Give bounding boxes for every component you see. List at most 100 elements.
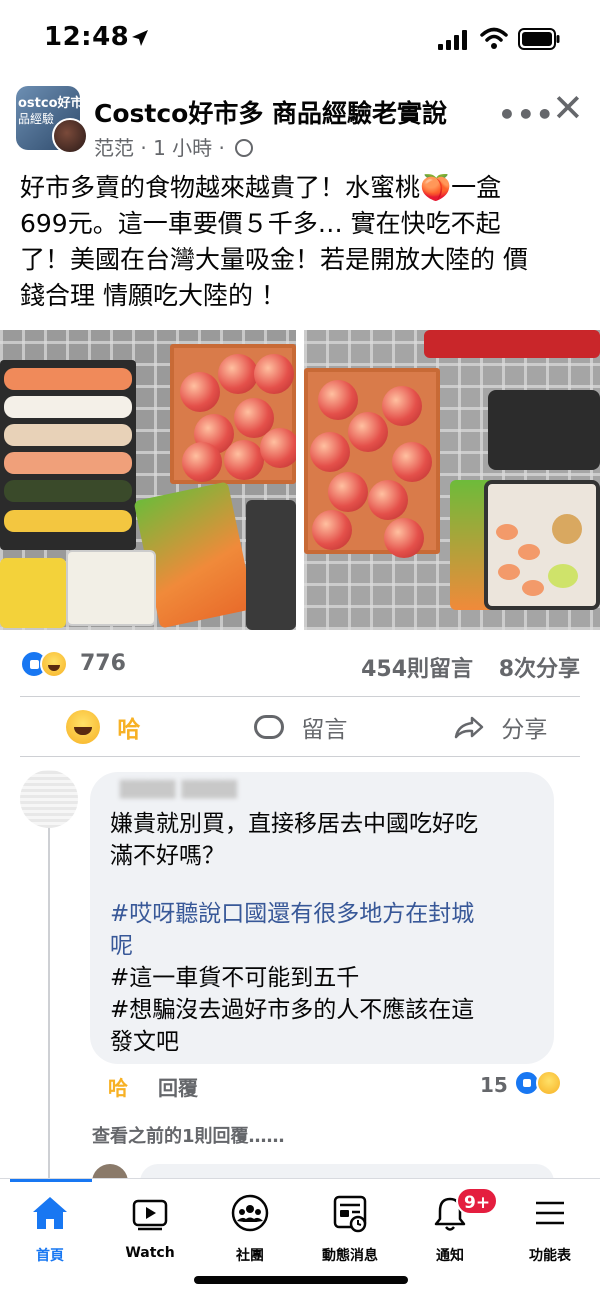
peach <box>254 354 294 394</box>
shrimp <box>522 580 544 596</box>
meta-separator: · <box>140 136 154 160</box>
haha-icon <box>66 710 100 744</box>
share-count[interactable]: 8次分享 <box>499 657 580 682</box>
haha-reaction-icon <box>536 1070 562 1096</box>
author-name[interactable]: 范范 <box>94 136 134 160</box>
sushi-row <box>4 452 132 474</box>
avatar-text: ostco好市 <box>18 96 80 111</box>
shrimp <box>518 544 540 560</box>
snack-bag <box>0 558 66 628</box>
sushi-row <box>4 368 132 390</box>
hashtag-text: #想騙沒去過好市多的人不應該在這 <box>110 997 475 1023</box>
comment-button[interactable]: 留言 <box>254 710 347 750</box>
author-avatar[interactable] <box>52 118 88 154</box>
peach <box>318 380 358 420</box>
peach-box <box>304 368 440 558</box>
reaction-count: 776 <box>80 651 126 676</box>
peach <box>348 412 388 452</box>
post-body: 好市多賣的食物越來越貴了！水蜜桃🍑一盒 699元。這一車要價５千多… 實在快吃不… <box>20 170 580 314</box>
feed-icon <box>333 1195 367 1233</box>
post-photo-right[interactable] <box>304 330 600 630</box>
share-label: 分享 <box>501 717 548 743</box>
vegetable-bag <box>246 500 296 630</box>
post-body-line: 了！美國在台灣大量吸金！若是開放大陸的 價 <box>20 245 528 274</box>
watch-icon <box>132 1199 168 1231</box>
hashtag-link[interactable]: 呢 <box>110 930 540 962</box>
commenter-avatar[interactable] <box>20 770 78 828</box>
tab-groups[interactable]: 社團 <box>200 1193 300 1265</box>
tab-watch[interactable]: Watch <box>100 1193 200 1261</box>
meta-separator: · <box>218 136 232 160</box>
groups-icon <box>231 1194 269 1232</box>
comment-reply-button[interactable]: 回覆 <box>158 1072 198 1101</box>
post-timestamp[interactable]: 1 小時 <box>153 136 212 160</box>
post-meta: 范范 · 1 小時 · <box>94 132 254 161</box>
divider <box>20 696 580 697</box>
tab-label: 功能表 <box>529 1248 571 1264</box>
sushi-row <box>4 424 132 446</box>
post-body-line: 好市多賣的食物越來越貴了！水蜜桃🍑一盒 <box>20 173 502 202</box>
hashtag-link[interactable]: #哎呀聽說口國還有很多地方在封城 <box>110 898 540 930</box>
active-tab-indicator <box>10 1179 92 1182</box>
peach <box>260 428 296 468</box>
peach <box>182 442 222 482</box>
sushi-tray <box>0 360 136 550</box>
hashtag-text: 發文吧 <box>110 1029 179 1055</box>
peach <box>328 472 368 512</box>
sushi-row <box>4 480 132 502</box>
peach <box>180 372 220 412</box>
view-previous-replies[interactable]: 查看之前的1則回覆…… <box>92 1122 285 1148</box>
tab-label: 首頁 <box>36 1248 64 1264</box>
location-arrow-icon <box>132 30 148 46</box>
tab-home[interactable]: 首頁 <box>0 1193 100 1265</box>
peach <box>312 510 352 550</box>
home-icon <box>33 1197 67 1229</box>
tab-label: Watch <box>125 1245 175 1261</box>
more-options-icon[interactable]: ••• <box>498 98 555 131</box>
close-icon[interactable]: ✕ <box>552 86 584 130</box>
avatar-text: 品經驗 <box>18 112 55 126</box>
peach <box>218 354 258 394</box>
sushi-row <box>4 396 132 418</box>
tab-feed[interactable]: 動態消息 <box>300 1193 400 1265</box>
comment-count[interactable]: 454則留言 <box>361 657 473 682</box>
peach <box>392 442 432 482</box>
mushroom-bag <box>66 550 156 626</box>
thread-line <box>48 820 50 1180</box>
shrimp <box>496 524 518 540</box>
sushi-row <box>4 510 132 532</box>
shrimp <box>498 564 520 580</box>
status-bar: 12:48 <box>0 0 600 80</box>
cellular-signal-icon <box>438 30 467 50</box>
sauce <box>552 514 582 544</box>
tab-label: 通知 <box>436 1248 464 1264</box>
tab-label: 動態消息 <box>322 1248 378 1264</box>
wifi-icon <box>480 27 508 49</box>
peach <box>382 386 422 426</box>
share-icon <box>454 716 484 739</box>
hashtag-text: #這一車貨不可能到五千 <box>110 965 360 991</box>
comment-icon <box>254 715 284 739</box>
post-body-line: 699元。這一車要價５千多… 實在快吃不起 <box>20 209 501 238</box>
group-name[interactable]: Costco好市多 商品經驗老實說 <box>94 94 447 130</box>
divider <box>20 756 580 757</box>
peach <box>384 518 424 558</box>
comment-haha-button[interactable]: 哈 <box>108 1072 128 1101</box>
commenter-name-blurred[interactable]: ▇▇▇▇ ▇▇▇▇ <box>120 778 237 799</box>
share-button[interactable]: 分享 <box>454 710 547 750</box>
peach-box <box>170 344 296 484</box>
globe-icon <box>235 139 254 157</box>
notification-badge: 9+ <box>456 1187 499 1215</box>
tab-label: 社團 <box>236 1248 264 1264</box>
lemon <box>548 564 578 588</box>
comment-reaction-count[interactable]: 15 <box>480 1073 508 1097</box>
home-indicator[interactable] <box>194 1276 408 1284</box>
tab-menu[interactable]: 功能表 <box>500 1193 600 1265</box>
post-photo-left[interactable] <box>0 330 296 630</box>
peach <box>368 480 408 520</box>
packaged-food <box>488 390 600 470</box>
battery-icon <box>518 28 560 50</box>
tab-notifications[interactable]: 9+ 通知 <box>400 1187 500 1265</box>
haha-button[interactable]: 哈 <box>66 710 140 750</box>
peach <box>310 432 350 472</box>
